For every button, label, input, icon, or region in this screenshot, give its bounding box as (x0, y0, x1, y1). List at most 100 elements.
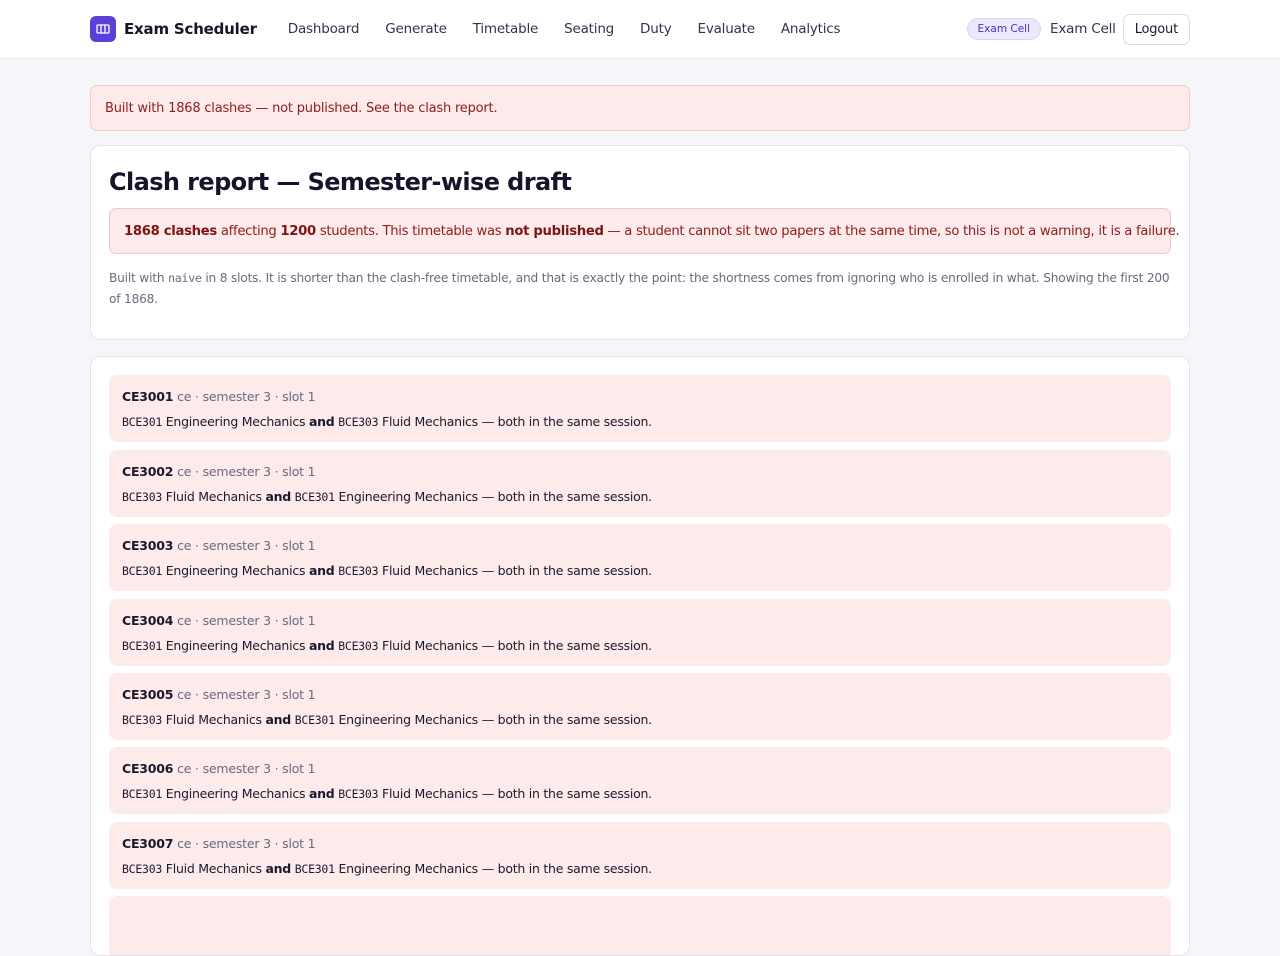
nav-item-dashboard[interactable]: Dashboard (288, 21, 360, 37)
note-prefix: Built with (109, 271, 165, 285)
nav-item-evaluate[interactable]: Evaluate (697, 21, 755, 37)
course-name-b: Fluid Mechanics (382, 786, 478, 801)
clash-detail: BCE301 Engineering Mechanics and BCE303 … (122, 786, 652, 801)
clash-item: CE3004 ce · semester 3 · slot 1 BCE301 E… (109, 599, 1171, 666)
clash-detail: BCE303 Fluid Mechanics and BCE301 Engine… (122, 712, 652, 727)
course-name-a: Engineering Mechanics (165, 638, 306, 653)
clash-suffix: — both in the same session. (481, 563, 652, 578)
and-label: and (308, 414, 335, 429)
page-title: Clash report — Semester-wise draft (109, 168, 572, 196)
build-note: Built with naive in 8 slots. It is short… (109, 268, 1171, 310)
course-code-b: BCE303 (338, 415, 379, 429)
student-id: CE3006 (122, 761, 174, 776)
clash-meta: ce · semester 3 · slot 1 (177, 538, 316, 553)
clash-item: CE3003 ce · semester 3 · slot 1 BCE301 E… (109, 524, 1171, 591)
clash-report-summary: Clash report — Semester-wise draft 1868 … (90, 145, 1190, 340)
course-name-b: Fluid Mechanics (382, 414, 478, 429)
clash-item: CE3006 ce · semester 3 · slot 1 BCE301 E… (109, 747, 1171, 814)
failure-alert: 1868 clashes affecting 1200 students. Th… (109, 208, 1180, 254)
course-code-a: BCE303 (122, 713, 163, 727)
calendar-grid-icon (90, 16, 116, 42)
clash-header: CE3002 ce · semester 3 · slot 1 (122, 464, 316, 479)
not-published-label: not published (505, 223, 604, 239)
clash-suffix: — both in the same session. (481, 786, 652, 801)
clash-detail: BCE301 Engineering Mechanics and BCE303 … (122, 414, 652, 429)
students-count: 1200 (280, 223, 316, 239)
clash-alert-banner: Built with 1868 clashes — not published.… (90, 85, 1190, 131)
course-name-b: Engineering Mechanics (338, 861, 479, 876)
course-code-a: BCE301 (122, 787, 163, 801)
course-name-a: Engineering Mechanics (165, 563, 306, 578)
course-code-b: BCE303 (338, 639, 379, 653)
app-name: Exam Scheduler (124, 20, 257, 38)
and-label: and (265, 489, 291, 504)
course-name-b: Fluid Mechanics (382, 563, 478, 578)
top-navbar-inner: Exam Scheduler Dashboard Generate Timeta… (90, 0, 1190, 58)
student-id: CE3007 (122, 836, 174, 851)
clash-header: CE3003 ce · semester 3 · slot 1 (122, 538, 316, 553)
clash-suffix: — both in the same session. (481, 638, 652, 653)
course-code-b: BCE301 (294, 490, 335, 504)
nav-item-analytics[interactable]: Analytics (781, 21, 841, 37)
clash-meta: ce · semester 3 · slot 1 (177, 836, 316, 851)
clash-item: CE3001 ce · semester 3 · slot 1 BCE301 E… (109, 375, 1171, 442)
clash-detail: BCE303 Fluid Mechanics and BCE301 Engine… (122, 861, 652, 876)
course-code-a: BCE303 (122, 862, 163, 876)
course-name-a: Engineering Mechanics (165, 786, 306, 801)
course-code-a: BCE303 (122, 490, 163, 504)
and-label: and (308, 786, 335, 801)
clash-item: CE3007 ce · semester 3 · slot 1 BCE303 F… (109, 822, 1171, 889)
student-id: CE3001 (122, 389, 174, 404)
clash-meta: ce · semester 3 · slot 1 (177, 687, 316, 702)
student-id: CE3002 (122, 464, 174, 479)
course-name-a: Engineering Mechanics (165, 414, 306, 429)
nav-item-timetable[interactable]: Timetable (473, 21, 539, 37)
clash-list: CE3001 ce · semester 3 · slot 1 BCE301 E… (90, 356, 1190, 956)
and-label: and (265, 861, 291, 876)
logout-button[interactable]: Logout (1122, 13, 1190, 45)
clash-item: CE3002 ce · semester 3 · slot 1 BCE303 F… (109, 450, 1171, 517)
clash-meta: ce · semester 3 · slot 1 (177, 761, 316, 776)
main-nav: Dashboard Generate Timetable Seating Dut… (288, 21, 867, 37)
clash-suffix: — both in the same session. (481, 712, 652, 727)
clash-detail: BCE303 Fluid Mechanics and BCE301 Engine… (122, 489, 652, 504)
and-label: and (308, 638, 335, 653)
clash-suffix: — both in the same session. (481, 414, 652, 429)
course-code-b: BCE303 (338, 787, 379, 801)
course-name-b: Engineering Mechanics (338, 489, 479, 504)
brand[interactable]: Exam Scheduler (90, 16, 257, 42)
course-name-b: Fluid Mechanics (382, 638, 478, 653)
clash-header: CE3005 ce · semester 3 · slot 1 (122, 687, 316, 702)
clash-meta: ce · semester 3 · slot 1 (177, 464, 316, 479)
clash-detail: BCE301 Engineering Mechanics and BCE303 … (122, 563, 652, 578)
course-code-b: BCE303 (338, 564, 379, 578)
affecting-text: affecting (220, 223, 277, 239)
course-name-b: Engineering Mechanics (338, 712, 479, 727)
students-text: students. This timetable was (319, 223, 502, 239)
clash-header: CE3006 ce · semester 3 · slot 1 (122, 761, 316, 776)
and-label: and (265, 712, 291, 727)
clash-count: 1868 clashes (124, 223, 217, 239)
clash-meta: ce · semester 3 · slot 1 (177, 613, 316, 628)
role-badge: Exam Cell (966, 18, 1042, 40)
and-label: and (308, 563, 335, 578)
nav-item-generate[interactable]: Generate (385, 21, 447, 37)
clash-suffix: — both in the same session. (481, 861, 652, 876)
course-name-a: Fluid Mechanics (165, 489, 262, 504)
user-area: Exam Cell Exam Cell Logout (966, 13, 1190, 45)
note-suffix: in 8 slots. It is shorter than the clash… (109, 271, 1170, 306)
failure-text: — a student cannot sit two papers at the… (607, 223, 1180, 239)
student-id: CE3004 (122, 613, 174, 628)
nav-item-seating[interactable]: Seating (564, 21, 614, 37)
top-navbar: Exam Scheduler Dashboard Generate Timeta… (0, 0, 1280, 59)
student-id: CE3003 (122, 538, 174, 553)
course-code-a: BCE301 (122, 415, 163, 429)
clash-suffix: — both in the same session. (481, 489, 652, 504)
clash-item-partial (109, 896, 1171, 955)
clash-header: CE3001 ce · semester 3 · slot 1 (122, 389, 316, 404)
clash-header: CE3004 ce · semester 3 · slot 1 (122, 613, 316, 628)
course-code-b: BCE301 (294, 862, 335, 876)
nav-item-duty[interactable]: Duty (640, 21, 672, 37)
clash-item: CE3005 ce · semester 3 · slot 1 BCE303 F… (109, 673, 1171, 740)
algorithm-name: naive (168, 271, 202, 285)
